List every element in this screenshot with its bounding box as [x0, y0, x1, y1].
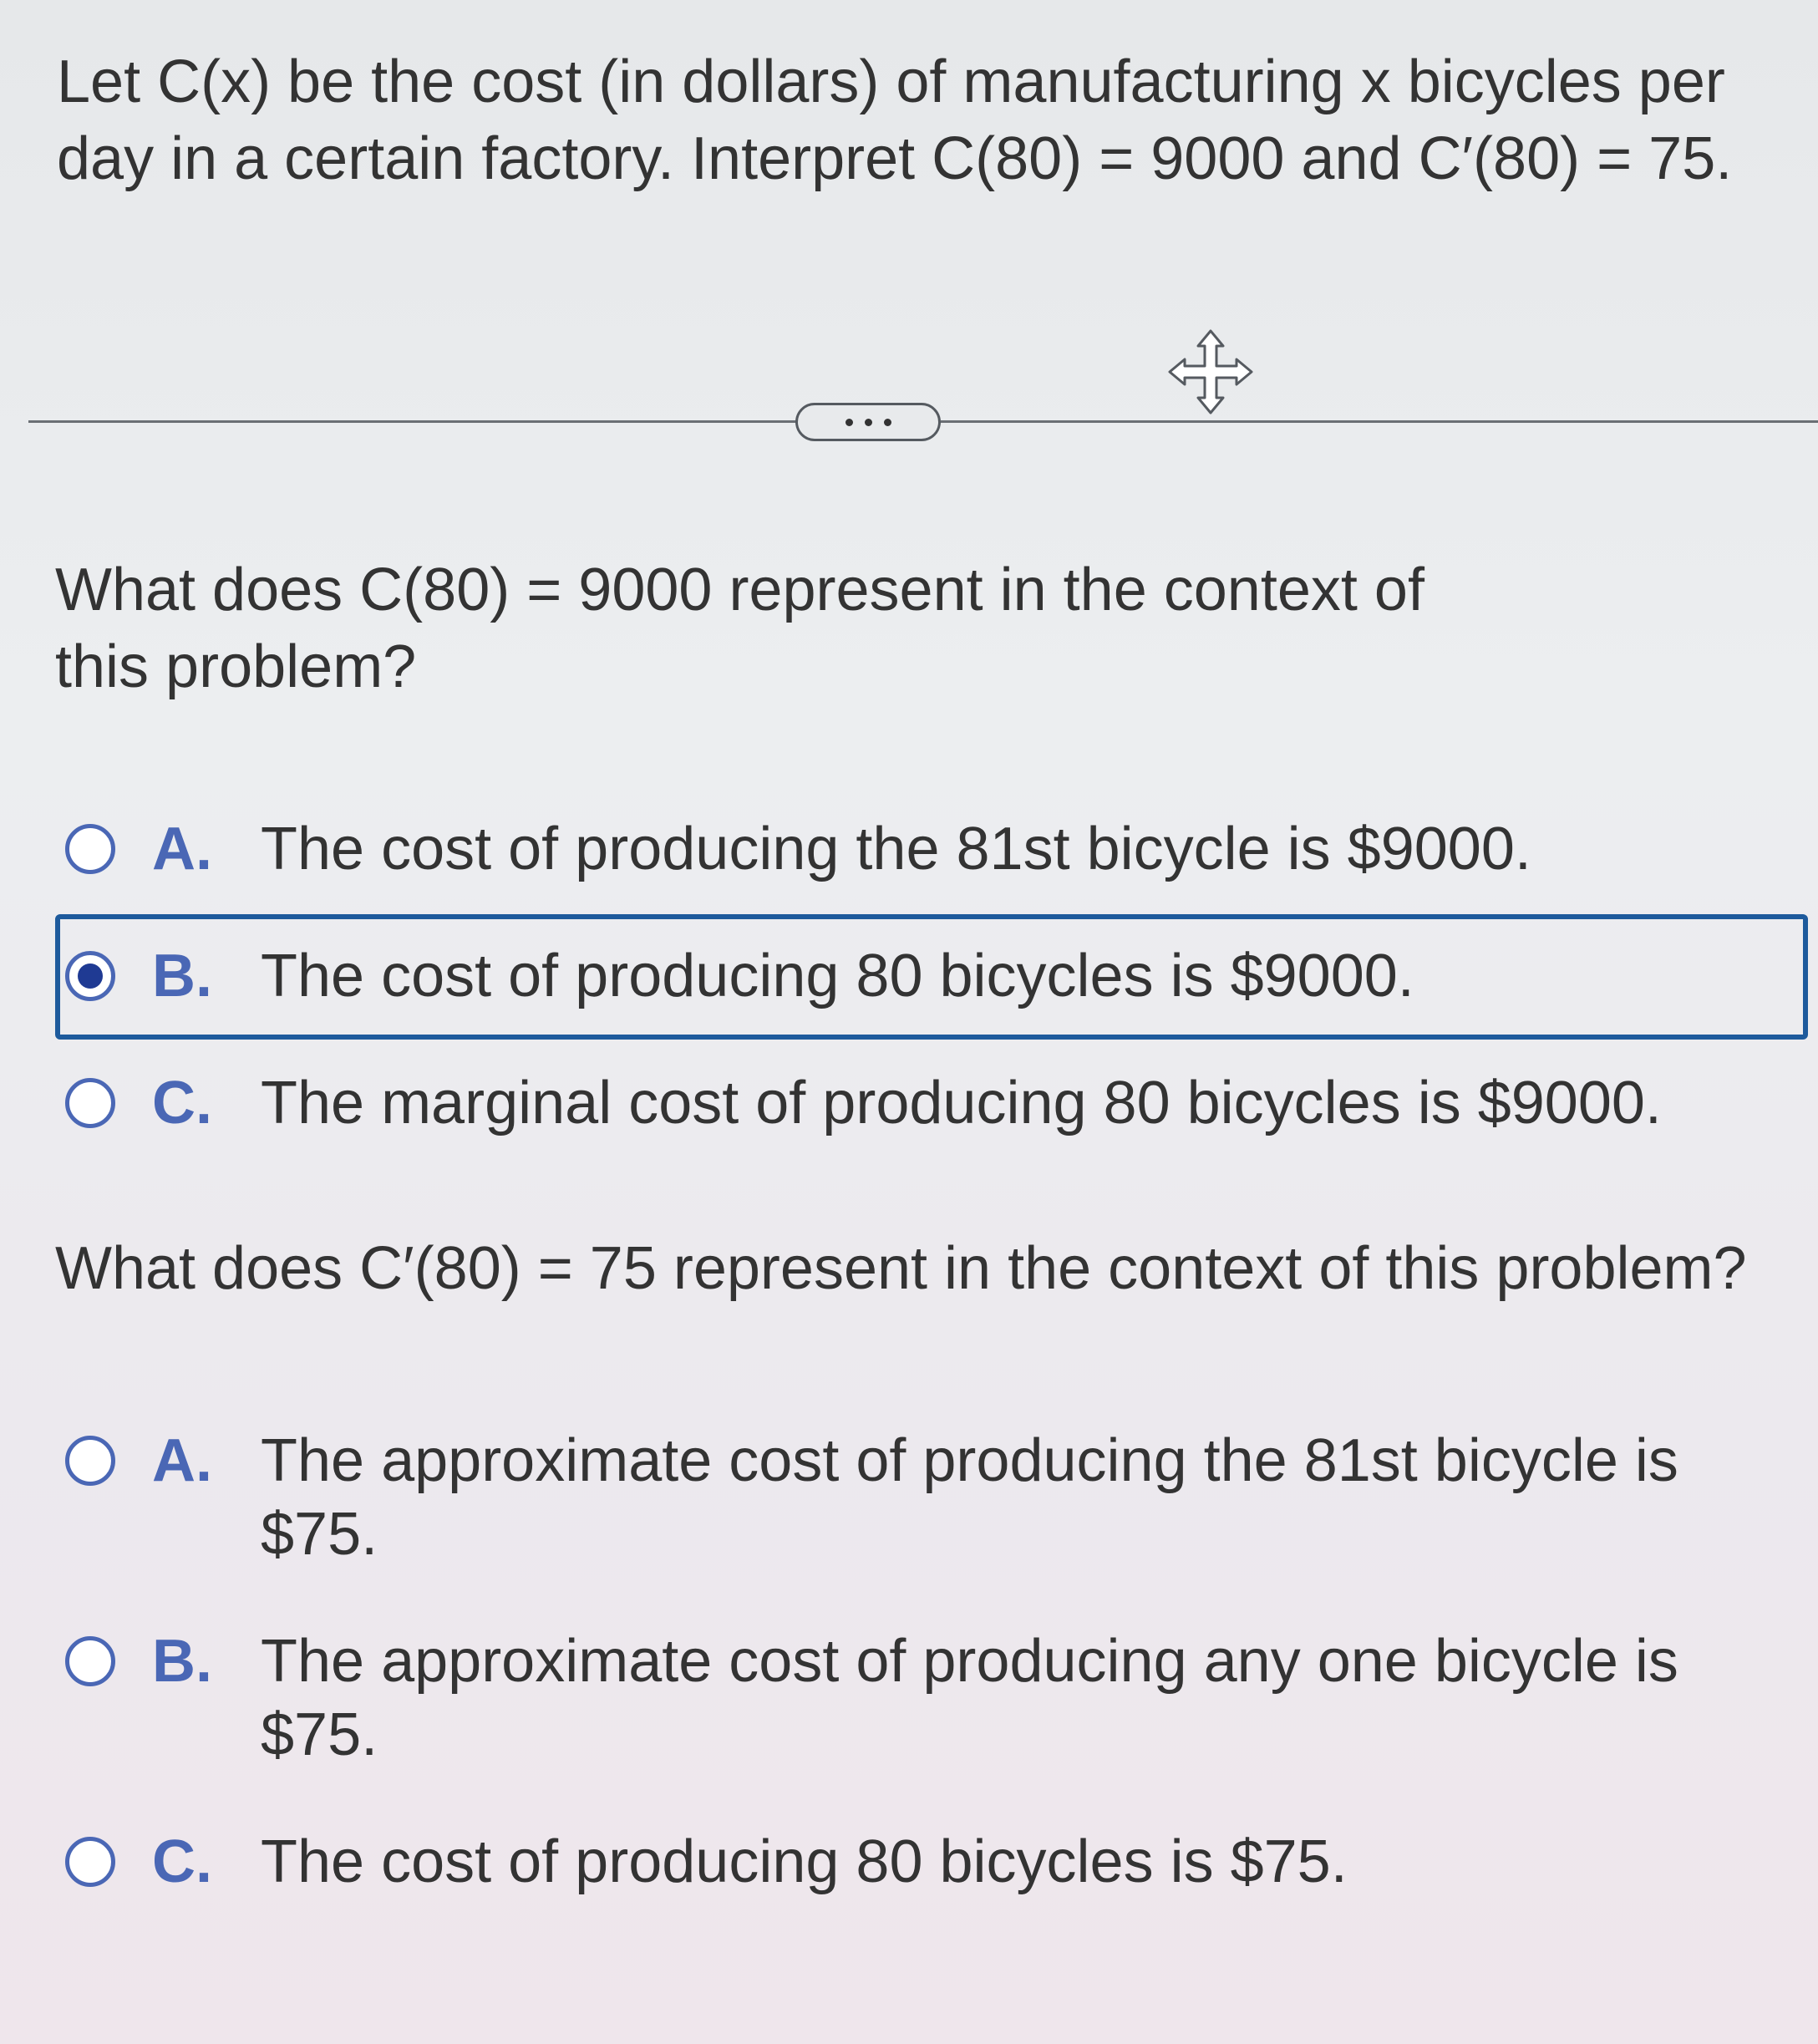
- more-dots-icon: [864, 418, 872, 426]
- more-dots-icon: [845, 418, 853, 426]
- radio-button[interactable]: [65, 1636, 115, 1686]
- question-1: What does C(80) = 9000 represent in the …: [55, 557, 1424, 700]
- question-2: What does C′(80) = 75 represent in the c…: [55, 1235, 1747, 1302]
- choice-text: The approximate cost of producing the 81…: [261, 1427, 1678, 1568]
- radio-button[interactable]: [65, 824, 115, 874]
- choice-text: The cost of producing 80 bicycles is $90…: [261, 943, 1414, 1009]
- radio-button[interactable]: [65, 1078, 115, 1128]
- choice-text: The approximate cost of producing any on…: [261, 1628, 1678, 1768]
- radio-button[interactable]: [65, 1837, 115, 1887]
- move-arrows-icon[interactable]: [1166, 328, 1255, 416]
- radio-button[interactable]: [65, 1436, 115, 1486]
- choice-letter: A.: [152, 1427, 212, 1494]
- choice-text: The cost of producing 80 bicycles is $75…: [261, 1828, 1348, 1895]
- more-dots-icon: [883, 418, 891, 426]
- choice-text: The marginal cost of producing 80 bicycl…: [261, 1070, 1662, 1136]
- choice-text: The cost of producing the 81st bicycle i…: [261, 816, 1531, 882]
- section-divider: [28, 420, 797, 423]
- problem-statement: Let C(x) be the cost (in dollars) of man…: [57, 48, 1733, 192]
- radio-button-selected[interactable]: [65, 951, 115, 1001]
- choice-letter: A.: [152, 816, 212, 882]
- section-divider: [941, 420, 1818, 423]
- choice-letter: B.: [152, 943, 212, 1009]
- choice-letter: C.: [152, 1828, 212, 1895]
- more-options-button[interactable]: [795, 403, 941, 441]
- choice-letter: C.: [152, 1070, 212, 1136]
- choice-letter: B.: [152, 1628, 212, 1695]
